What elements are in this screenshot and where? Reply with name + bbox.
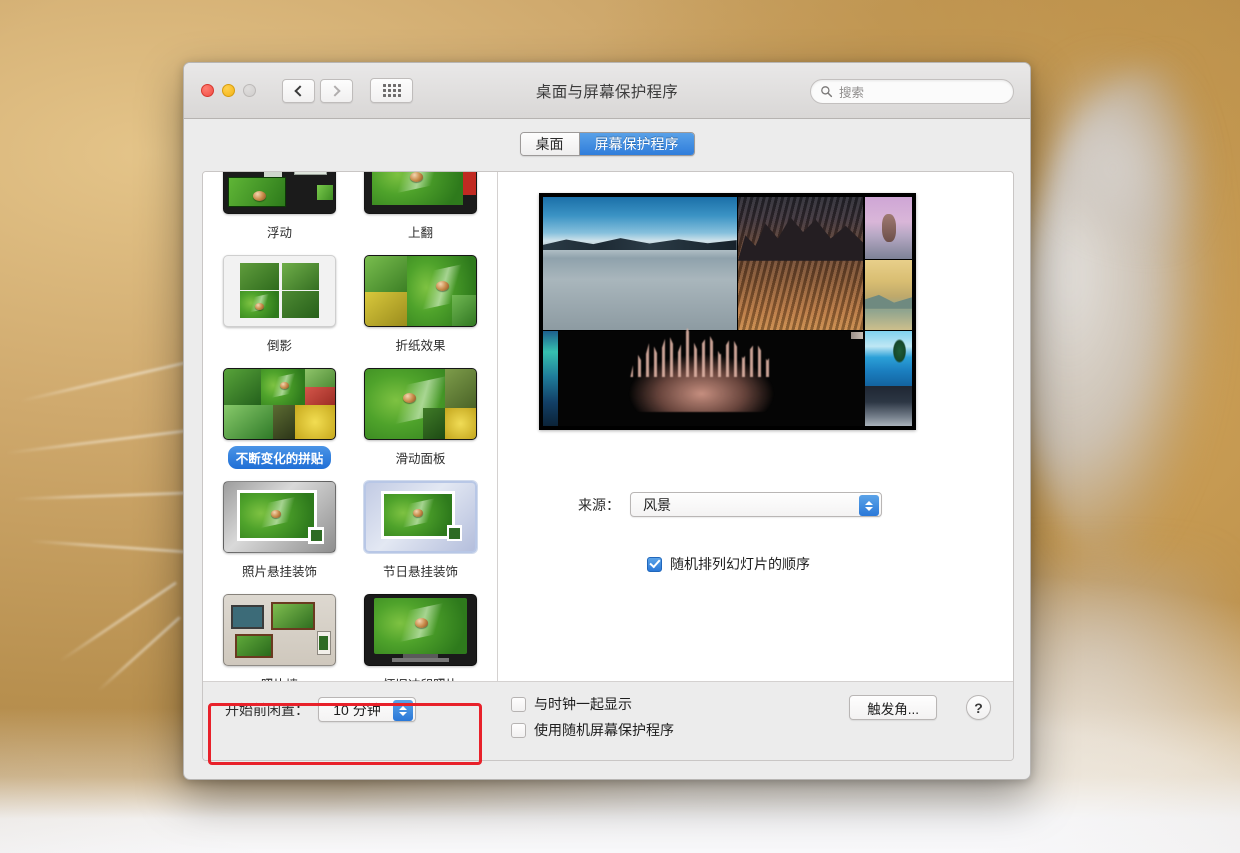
screensaver-name: 上翻 [407, 226, 433, 240]
search-field[interactable]: 搜索 [810, 79, 1014, 104]
chevron-right-icon [329, 84, 341, 97]
show-with-clock-row[interactable]: 与时钟一起显示 [511, 694, 674, 714]
chevron-left-icon [294, 84, 306, 97]
wallpaper-tile-dune [864, 259, 912, 330]
source-row: 来源： 风景 [498, 492, 1013, 517]
grid-icon [382, 84, 401, 97]
screensaver-name: 倒影 [266, 339, 292, 353]
idle-time-popup-button[interactable]: 10 分钟 [318, 697, 416, 722]
screensaver-thumbnail [223, 255, 336, 327]
screensaver-name: 浮动 [266, 226, 292, 240]
tab-group: 桌面 屏幕保护程序 [519, 132, 695, 156]
search-placeholder: 搜索 [839, 86, 865, 100]
shuffle-checkbox-row[interactable]: 随机排列幻灯片的顺序 [647, 554, 810, 574]
screensaver-name: 照片墙 [253, 672, 307, 681]
wallpaper-tile-pink-desert [864, 197, 912, 259]
search-icon [821, 86, 833, 98]
screensaver-grid: 浮动 上翻 倒影 折纸效果 不断变化的拼贴 滑动面板 照片悬挂装饰 节日悬挂装饰 [203, 172, 497, 681]
desktop-background: 桌面与屏幕保护程序 搜索 桌面 屏幕保护程序 浮动 上翻 倒影 折纸效果 不断变… [0, 0, 1240, 853]
list-item[interactable]: 怀旧冲印照片 [350, 588, 491, 681]
list-item[interactable]: 照片墙 [209, 588, 350, 681]
list-item[interactable]: 滑动面板 [350, 362, 491, 469]
screensaver-name: 怀旧冲印照片 [375, 672, 466, 681]
source-label: 来源： [578, 496, 620, 513]
list-item[interactable]: 折纸效果 [350, 249, 491, 356]
hot-corners-button[interactable]: 触发角... [849, 695, 937, 720]
wallpaper-tile-dark-dune [864, 386, 912, 426]
show-all-button[interactable] [370, 78, 413, 103]
zoom-button-icon [243, 84, 256, 97]
idle-time-row: 开始前闲置： 10 分钟 [225, 697, 416, 722]
screensaver-name: 折纸效果 [395, 339, 446, 353]
minimize-button-icon[interactable] [222, 84, 235, 97]
list-item[interactable]: 倒影 [209, 249, 350, 356]
window-titlebar[interactable]: 桌面与屏幕保护程序 搜索 [184, 63, 1030, 119]
random-screensaver-label: 使用随机屏幕保护程序 [534, 722, 674, 738]
stepper-arrows-icon[interactable] [393, 700, 413, 721]
source-value: 风景 [643, 496, 671, 513]
screensaver-name: 节日悬挂装饰 [382, 565, 458, 579]
wallpaper-tile-lake [543, 197, 737, 330]
list-item[interactable]: 上翻 [350, 172, 491, 243]
screensaver-thumbnail [364, 172, 477, 214]
help-button[interactable]: ? [966, 695, 991, 720]
screensaver-name: 不断变化的拼贴 [227, 446, 332, 469]
screensaver-name: 照片悬挂装饰 [241, 565, 317, 579]
list-item[interactable]: 节日悬挂装饰 [350, 475, 491, 582]
screensaver-list[interactable]: 浮动 上翻 倒影 折纸效果 不断变化的拼贴 滑动面板 照片悬挂装饰 节日悬挂装饰 [203, 172, 498, 681]
navigation-buttons [282, 78, 353, 103]
tab-bar: 桌面 屏幕保护程序 [184, 119, 1030, 169]
system-preferences-window: 桌面与屏幕保护程序 搜索 桌面 屏幕保护程序 浮动 上翻 倒影 折纸效果 不断变… [183, 62, 1031, 780]
screensaver-name: 滑动面板 [395, 452, 446, 466]
screensaver-preview[interactable] [539, 193, 916, 430]
preferences-content: 浮动 上翻 倒影 折纸效果 不断变化的拼贴 滑动面板 照片悬挂装饰 节日悬挂装饰… [202, 171, 1014, 761]
random-screensaver-row[interactable]: 使用随机屏幕保护程序 [511, 720, 674, 740]
list-item-selected[interactable]: 不断变化的拼贴 [209, 362, 350, 469]
idle-time-value: 10 分钟 [333, 701, 381, 718]
show-with-clock-checkbox[interactable] [511, 696, 526, 712]
traffic-light-group [201, 84, 256, 97]
random-screensaver-checkbox[interactable] [511, 722, 526, 738]
screensaver-thumbnail [223, 368, 336, 440]
bottom-checkbox-group: 与时钟一起显示 使用随机屏幕保护程序 [511, 694, 674, 740]
source-popup-button[interactable]: 风景 [630, 492, 882, 517]
idle-time-label: 开始前闲置： [225, 701, 309, 718]
back-button[interactable] [282, 78, 315, 103]
screensaver-thumbnail [223, 172, 336, 214]
mosaic-collage [543, 197, 912, 426]
shuffle-checkbox[interactable] [647, 556, 662, 572]
screensaver-thumbnail [364, 255, 477, 327]
screensaver-thumbnail [364, 481, 477, 553]
wallpaper-tile-palm [864, 330, 912, 386]
stepper-arrows-icon[interactable] [859, 495, 879, 516]
screensaver-thumbnail [364, 594, 477, 666]
wallpaper-tile-strip [543, 330, 558, 426]
panes: 浮动 上翻 倒影 折纸效果 不断变化的拼贴 滑动面板 照片悬挂装饰 节日悬挂装饰… [203, 172, 1013, 681]
show-with-clock-label: 与时钟一起显示 [534, 696, 632, 712]
screensaver-thumbnail [364, 368, 477, 440]
screensaver-thumbnail [223, 481, 336, 553]
wallpaper-tile-rock [737, 197, 864, 330]
wallpaper-tile-small [851, 331, 864, 339]
tab-desktop[interactable]: 桌面 [520, 133, 579, 155]
preview-pane: 来源： 风景 随机排列幻灯片的顺序 [498, 172, 1013, 681]
shuffle-label: 随机排列幻灯片的顺序 [670, 556, 810, 572]
screensaver-thumbnail [223, 594, 336, 666]
list-item[interactable]: 浮动 [209, 172, 350, 243]
wallpaper-tile-coral [624, 338, 780, 413]
tab-screensaver[interactable]: 屏幕保护程序 [578, 133, 694, 155]
forward-button [320, 78, 353, 103]
list-item[interactable]: 照片悬挂装饰 [209, 475, 350, 582]
close-button-icon[interactable] [201, 84, 214, 97]
bottom-options-bar: 开始前闲置： 10 分钟 与时钟一起显示 使用随机屏幕保护程序 触发角... ? [203, 681, 1013, 760]
